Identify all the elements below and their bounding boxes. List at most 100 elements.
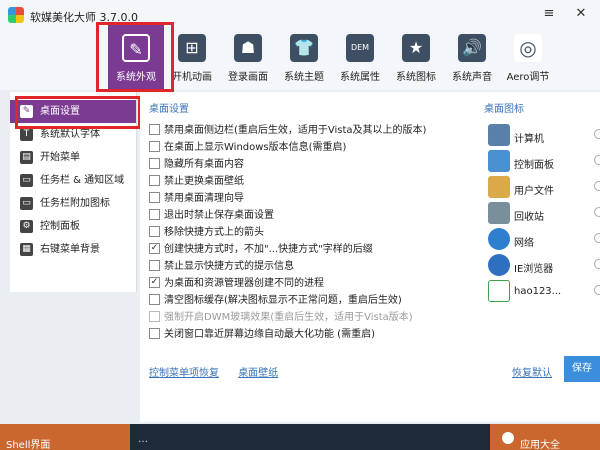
checkbox[interactable] (149, 140, 160, 152)
option-label: 在桌面上显示Windows版本信息(需重启) (164, 142, 347, 153)
network-icon (488, 228, 510, 250)
checkbox-checked[interactable]: ✓ (149, 242, 160, 254)
tool-system-sounds[interactable]: 🔊 系统声音 (444, 24, 500, 90)
option-label: 禁止显示快捷方式的提示信息 (164, 261, 294, 272)
tool-label: 系统声音 (452, 72, 492, 83)
desktop-icon-computer[interactable]: 计算机 (488, 124, 600, 150)
desktop-icon-user-files[interactable]: 用户文件 (488, 176, 600, 202)
desktop-icon-recycle-bin[interactable]: 回收站 (488, 202, 600, 228)
desktop-icon-ie[interactable]: IE浏览器 (488, 254, 600, 280)
user-folder-icon (488, 176, 510, 198)
checkbox-checked[interactable]: ✓ (149, 276, 160, 288)
sidebar-item-context-menu-bg[interactable]: ▦ 右键菜单背景 (10, 238, 136, 261)
toggle-radio[interactable] (594, 129, 600, 139)
checkbox[interactable] (149, 293, 160, 305)
desktop-icon-hao123[interactable]: hao123... (488, 280, 600, 306)
option-disable-sidebar[interactable]: 禁用桌面侧边栏(重启后生效，适用于Vista及其以上的版本) (149, 123, 426, 138)
tool-label: 登录画面 (228, 72, 268, 83)
desktop-icon-label: 网络 (514, 238, 534, 249)
menu-icon[interactable]: ≡ (540, 6, 558, 21)
tool-login-screen[interactable]: ☗ 登录画面 (220, 24, 276, 90)
toggle-radio[interactable] (594, 155, 600, 165)
toggle-radio[interactable] (594, 285, 600, 295)
desktop-icon-label: 控制面板 (514, 160, 554, 171)
taskbar-left-item[interactable]: Shell界面 (0, 424, 130, 450)
highlight-box-sidebar (15, 96, 141, 129)
checkbox[interactable] (149, 208, 160, 220)
tool-system-icons[interactable]: ★ 系统图标 (388, 24, 444, 90)
option-label: 禁用桌面清理向导 (164, 193, 244, 204)
option-disable-cleanup-wizard[interactable]: 禁用桌面清理向导 (149, 191, 244, 206)
checkbox-disabled (149, 310, 160, 322)
sidebar-item-start-menu[interactable]: ▤ 开始菜单 (10, 146, 136, 169)
desktop-icon-network[interactable]: 网络 (488, 228, 600, 254)
toggle-radio[interactable] (594, 207, 600, 217)
checkbox[interactable] (149, 191, 160, 203)
tool-aero-adjust[interactable]: ◎ Aero调节 (500, 24, 556, 90)
option-label: 强制开启DWM玻璃效果(重启后生效，适用于Vista版本) (164, 312, 413, 323)
desktop-icon-label: 用户文件 (514, 186, 554, 197)
checkbox[interactable] (149, 157, 160, 169)
toggle-radio[interactable] (594, 259, 600, 269)
tool-system-theme[interactable]: 👕 系统主题 (276, 24, 332, 90)
option-force-dwm: 强制开启DWM玻璃效果(重启后生效，适用于Vista版本) (149, 310, 413, 325)
restore-default-link[interactable]: 恢复默认 (512, 364, 552, 379)
desktop-icon-control-panel[interactable]: 控制面板 (488, 150, 600, 176)
option-label: 退出时禁止保存桌面设置 (164, 210, 274, 221)
option-no-shortcut-tips[interactable]: 禁止显示快捷方式的提示信息 (149, 259, 294, 274)
start-menu-icon: ▤ (20, 151, 33, 164)
checkbox[interactable] (149, 174, 160, 186)
aero-icon: ◎ (514, 34, 542, 62)
sidebar-item-label: 控制面板 (40, 221, 80, 232)
main-toolbar: ✎ 系统外观 ⊞ 开机动画 ☗ 登录画面 👕 系统主题 DEM 系统属性 ★ 系… (0, 24, 600, 90)
checkbox[interactable] (149, 225, 160, 237)
control-panel-icon: ⚙ (20, 220, 33, 233)
option-no-save-on-exit[interactable]: 退出时禁止保存桌面设置 (149, 208, 274, 223)
option-show-windows-version[interactable]: 在桌面上显示Windows版本信息(需重启) (149, 140, 347, 155)
checkbox[interactable] (149, 259, 160, 271)
tool-system-properties[interactable]: DEM 系统属性 (332, 24, 388, 90)
desktop-icon-label: 计算机 (514, 134, 544, 145)
checkbox[interactable] (149, 123, 160, 135)
toggle-radio[interactable] (594, 181, 600, 191)
option-clear-icon-cache[interactable]: 清空图标缓存(解决图标显示不正常问题，重启后生效) (149, 293, 402, 308)
desktop-icon-label: IE浏览器 (514, 264, 554, 275)
taskbar-right-label: 应用大全 (520, 440, 560, 450)
toggle-radio[interactable] (594, 233, 600, 243)
checkbox[interactable] (149, 327, 160, 339)
tool-label: 系统图标 (396, 72, 436, 83)
taskbar-icon: ▭ (20, 174, 33, 187)
option-hide-desktop[interactable]: 隐藏所有桌面内容 (149, 157, 244, 172)
tool-label: 系统主题 (284, 72, 324, 83)
tool-label: Aero调节 (506, 72, 550, 83)
option-lock-wallpaper[interactable]: 禁止更换桌面壁纸 (149, 174, 244, 189)
tool-label: 系统属性 (340, 72, 380, 83)
option-remove-shortcut-arrow[interactable]: 移除快捷方式上的箭头 (149, 225, 264, 240)
option-label: 移除快捷方式上的箭头 (164, 227, 264, 238)
option-label: 禁止更换桌面壁纸 (164, 176, 244, 187)
link-wallpaper[interactable]: 桌面壁纸 (238, 368, 278, 379)
sidebar-item-taskbar-extra[interactable]: ▭ 任务栏附加图标 (10, 192, 136, 215)
sidebar-item-taskbar-notify[interactable]: ▭ 任务栏 & 通知区域 (10, 169, 136, 192)
option-label: 隐藏所有桌面内容 (164, 159, 244, 170)
option-disable-aero-snap[interactable]: 关闭窗口靠近屏幕边缘自动最大化功能 (需重启) (149, 327, 375, 342)
save-button[interactable]: 保存 (564, 356, 600, 382)
desktop-icon-label: 回收站 (514, 212, 544, 223)
option-no-shortcut-suffix[interactable]: ✓ 创建快捷方式时，不加"...快捷方式"字样的后缀 (149, 242, 373, 257)
control-panel-icon (488, 150, 510, 172)
ie-browser-icon (488, 254, 510, 276)
sidebar-item-control-panel[interactable]: ⚙ 控制面板 (10, 215, 136, 238)
taskbar-mid-text: … (138, 434, 148, 445)
taskbar: Shell界面 … 应用大全 (0, 424, 600, 450)
option-separate-process[interactable]: ✓ 为桌面和资源管理器创建不同的进程 (149, 276, 324, 291)
shirt-icon: 👕 (290, 34, 318, 62)
close-icon[interactable]: ✕ (572, 6, 590, 21)
taskbar-right-item[interactable]: 应用大全 (490, 424, 600, 450)
sidebar-item-label: 开始菜单 (40, 152, 80, 163)
link-repair-menu[interactable]: 控制菜单项恢复 (149, 368, 219, 379)
option-label: 关闭窗口靠近屏幕边缘自动最大化功能 (需重启) (164, 329, 375, 340)
hao123-icon (488, 280, 510, 302)
context-menu-icon: ▦ (20, 243, 33, 256)
taskbar-extra-icon: ▭ (20, 197, 33, 210)
main-panel: 桌面设置 禁用桌面侧边栏(重启后生效，适用于Vista及其以上的版本) 在桌面上… (140, 92, 600, 422)
